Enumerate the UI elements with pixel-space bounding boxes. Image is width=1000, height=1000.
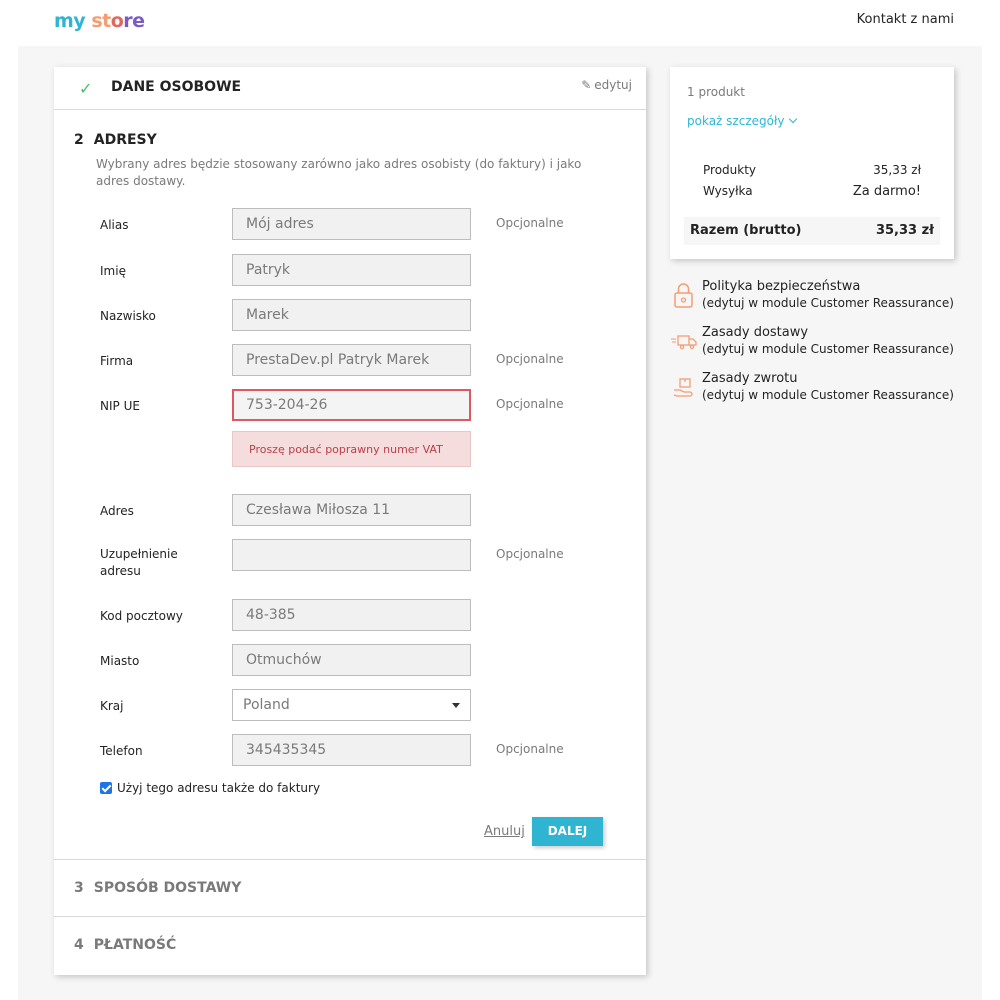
country-selected-value: Poland <box>243 697 290 713</box>
edit-step-link[interactable]: ✎ edytuj <box>581 78 632 92</box>
country-select[interactable]: Poland <box>232 689 471 721</box>
summary-value: Za darmo! <box>852 184 921 199</box>
field-label: Imię <box>100 264 126 278</box>
check-icon: ✓ <box>79 79 93 98</box>
step-number: 2 <box>74 132 84 148</box>
optional-label: Opcjonalne <box>496 397 564 411</box>
invoice-address-option[interactable]: Użyj tego adresu także do faktury <box>100 781 320 795</box>
optional-label: Opcjonalne <box>496 352 564 366</box>
vat-input[interactable]: 753-204-26 <box>232 389 471 421</box>
invoice-address-checkbox[interactable] <box>100 782 112 794</box>
field-label: Kod pocztowy <box>100 609 183 623</box>
edit-label: edytuj <box>594 78 632 92</box>
firstname-input[interactable]: Patryk <box>232 254 471 286</box>
field-label: Miasto <box>100 654 140 668</box>
field-label: Telefon <box>100 744 143 758</box>
show-details-link[interactable]: pokaż szczegóły <box>687 114 798 128</box>
logo-part: o <box>110 10 124 32</box>
checkbox-label: Użyj tego adresu także do faktury <box>117 781 321 795</box>
postcode-input[interactable]: 48-385 <box>232 599 471 631</box>
field-label: Alias <box>100 218 129 232</box>
logo-part: my <box>54 10 86 32</box>
city-input[interactable]: Otmuchów <box>232 644 471 676</box>
reassurance-subtitle: (edytuj w module Customer Reassurance) <box>702 388 954 402</box>
reassurance-title: Zasady dostawy <box>702 325 809 340</box>
store-logo[interactable]: my store <box>54 10 145 32</box>
cancel-link[interactable]: Anuluj <box>484 824 525 839</box>
logo-part: re <box>123 10 145 32</box>
shipping-line: Wysyłka Za darmo! <box>703 184 921 199</box>
address1-input[interactable]: Czesława Miłosza 11 <box>232 494 471 526</box>
vat-error-message: Proszę podać poprawny numer VAT <box>232 431 471 467</box>
summary-label: Wysyłka <box>703 184 753 198</box>
field-label: Uzupełnienie adresu <box>100 547 178 578</box>
total-label: Razem (brutto) <box>690 223 802 238</box>
reassurance-title: Polityka bezpieczeństwa <box>702 279 861 294</box>
logo-part: st <box>91 10 111 32</box>
address2-input[interactable] <box>232 539 471 571</box>
reassurance-title: Zasady zwrotu <box>702 371 798 386</box>
summary-label: Produkty <box>703 163 757 177</box>
products-subtotal-line: Produkty 35,33 zł <box>703 163 921 177</box>
field-label: Firma <box>100 354 134 368</box>
delivery-truck-icon <box>671 335 697 350</box>
details-label: pokaż szczegóły <box>687 114 785 128</box>
summary-value: 35,33 zł <box>873 163 921 177</box>
step-title: SPOSÓB DOSTAWY <box>93 880 242 896</box>
phone-input[interactable]: 345435345 <box>232 734 471 766</box>
reassurance-subtitle: (edytuj w module Customer Reassurance) <box>702 342 954 356</box>
step-title: ADRESY <box>93 132 157 148</box>
field-label: Nazwisko <box>100 309 156 323</box>
padlock-icon <box>674 283 693 308</box>
pencil-icon: ✎ <box>581 78 592 92</box>
total-value: 35,33 zł <box>875 223 934 238</box>
step-delivery: 3 SPOSÓB DOSTAWY <box>54 859 646 917</box>
step-title: DANE OSOBOWE <box>111 79 242 95</box>
field-label: Kraj <box>100 699 124 713</box>
step-title: PŁATNOŚĆ <box>93 937 177 953</box>
product-count: 1 produkt <box>687 85 745 99</box>
step-number: 3 <box>74 880 84 896</box>
step-number: 4 <box>74 937 84 953</box>
step-payment: 4 PŁATNOŚĆ <box>54 917 646 975</box>
optional-label: Opcjonalne <box>496 216 564 230</box>
field-label: NIP UE <box>100 399 140 413</box>
reassurance-subtitle: (edytuj w module Customer Reassurance) <box>702 296 954 310</box>
return-package-icon <box>673 378 693 397</box>
alias-input[interactable]: Mój adres <box>232 208 471 240</box>
step-personal-info[interactable]: ✓ DANE OSOBOWE ✎ edytuj <box>54 67 646 110</box>
field-label: Adres <box>100 504 134 518</box>
step-description: Wybrany adres będzie stosowany zarówno j… <box>96 157 582 188</box>
chevron-down-icon <box>789 114 798 124</box>
cart-summary: 1 produkt pokaż szczegóły Produkty 35,33… <box>670 67 954 259</box>
step-addresses-title: 2 ADRESY <box>74 132 157 148</box>
lastname-input[interactable]: Marek <box>232 299 471 331</box>
company-input[interactable]: PrestaDev.pl Patryk Marek <box>232 344 471 376</box>
header: my store Kontakt z nami <box>0 0 1000 46</box>
checkout-steps-card: ✓ DANE OSOBOWE ✎ edytuj 2 ADRESY Wybrany a… <box>54 67 646 975</box>
next-button[interactable]: DALEJ <box>532 817 603 846</box>
contact-link[interactable]: Kontakt z nami <box>857 12 954 27</box>
optional-label: Opcjonalne <box>496 742 564 756</box>
caret-down-icon <box>452 703 460 708</box>
optional-label: Opcjonalne <box>496 547 564 561</box>
total-line: Razem (brutto) 35,33 zł <box>684 217 940 245</box>
